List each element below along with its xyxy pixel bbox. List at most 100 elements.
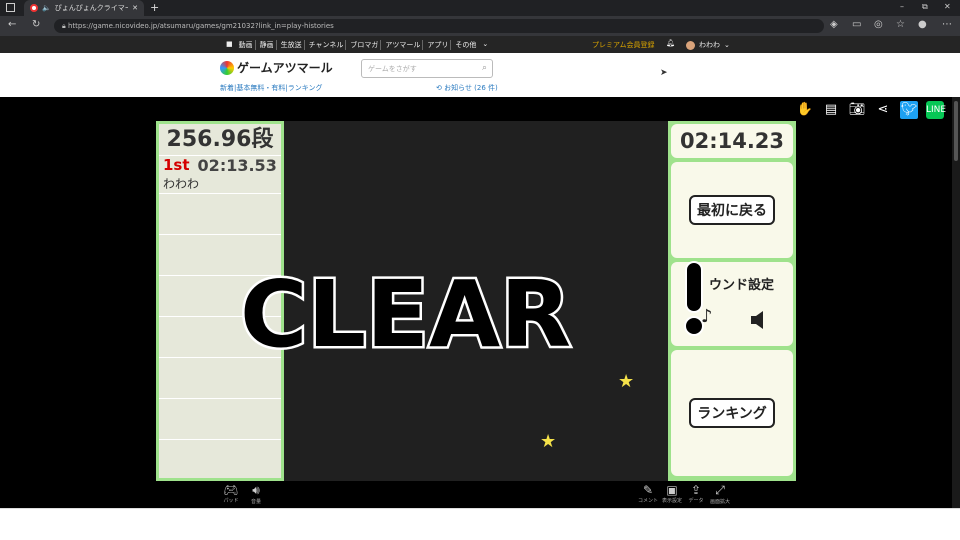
user-menu[interactable]: わわわ ⌄ (686, 40, 730, 50)
player-name: わわわ (159, 174, 281, 194)
page-scrollbar[interactable] (952, 97, 960, 508)
search-icon[interactable]: ⌕ (482, 63, 487, 73)
game-tools: ✋ ▤ 📷︎ ⋖ 🐦︎ LINE (796, 101, 946, 119)
line-icon[interactable]: LINE (926, 101, 946, 119)
playlist-add-icon[interactable]: ▤ (822, 101, 840, 119)
new-tab-button[interactable]: + (150, 1, 159, 14)
rank-label: 1st (163, 156, 190, 174)
ranking-slot (159, 194, 281, 235)
star-icon: ★ (618, 371, 635, 392)
user-name: わわわ (699, 41, 720, 49)
nav-link-douga[interactable]: 動画 (237, 40, 256, 50)
ranking-slot (159, 399, 281, 440)
volume-label: 音量 (250, 499, 261, 505)
display-settings-icon: ▣ (666, 483, 678, 497)
reload-icon[interactable]: ↻ (32, 19, 40, 30)
notice-icon: ⟲ (436, 84, 445, 92)
service-links: ■ 動画 静画 生放送 チャンネル ブロマガ アツマール アプリ その他 ⌄ (224, 40, 490, 50)
page-footer (0, 508, 960, 540)
bell-icon[interactable]: 🔔︎ (666, 39, 675, 47)
score-display: 256.96段 (159, 124, 281, 156)
avatar (686, 40, 695, 50)
minimize-button[interactable]: – (900, 2, 904, 11)
cloud-upload-icon: ⇪ (690, 483, 702, 497)
gamepad-icon: 🎮︎ (223, 483, 239, 497)
chevron-down-icon: ⌄ (724, 41, 730, 49)
sub-nav[interactable]: 新着|基本無料・有料|ランキング (220, 83, 323, 93)
share-icon[interactable]: ⋖ (874, 101, 892, 119)
tab-bar: 🔈 ぴょんぴょんクライマー - ゲームア ✕ + – ⧉ ✕ (0, 0, 960, 16)
premium-link[interactable]: プレミアム会員登録 (592, 40, 655, 50)
rank-time: 02:13.53 (197, 155, 277, 175)
speaker-icon[interactable] (749, 310, 769, 330)
data-label: データ (688, 498, 704, 504)
scrollbar-thumb[interactable] (954, 101, 958, 161)
speaker-icon[interactable]: 🔈 (42, 4, 51, 12)
nav-link-live[interactable]: 生放送 (279, 40, 305, 50)
game-area: ✋ ▤ 📷︎ ⋖ 🐦︎ LINE 256.96段 1st 02:13.53 わわ… (0, 97, 960, 508)
clap-icon[interactable]: ✋ (796, 101, 814, 119)
ranking-card: ランキング (671, 350, 793, 476)
restart-card: 最初に戻る (671, 162, 793, 258)
close-window-button[interactable]: ✕ (944, 2, 951, 11)
nav-link-app[interactable]: アプリ (425, 40, 452, 50)
menu-dots-icon[interactable]: ⋯ (942, 19, 952, 30)
fullscreen-label: 画面拡大 (709, 499, 730, 505)
elapsed-timer: 02:14.23 (671, 124, 793, 158)
mouse-cursor-icon: ➤ (660, 68, 668, 78)
favorites-icon[interactable]: ☆ (896, 19, 905, 30)
browser-essentials-icon[interactable]: ◎ (874, 19, 883, 30)
volume-icon: 🔊︎ (252, 483, 260, 497)
menu-panel: 02:14.23 最初に戻る ウンド設定 ♪ ランキング (668, 121, 796, 481)
rank-row: 1st 02:13.53 (159, 155, 281, 175)
chevron-down-icon[interactable]: ⌄ (480, 40, 490, 50)
search-input[interactable]: ゲームをさがす ⌕ (361, 59, 493, 78)
tab-actions-icon[interactable] (6, 3, 15, 12)
url-field[interactable]: 🔒︎ https://game.nicovideo.jp/atsumaru/ga… (54, 19, 824, 33)
twitter-icon[interactable]: 🐦︎ (900, 101, 918, 119)
clear-banner: CLEAR (237, 259, 573, 371)
display-settings-label: 表示設定 (661, 498, 682, 504)
notice-text: お知らせ (26 件) (444, 84, 498, 92)
restore-button[interactable]: ⧉ (922, 2, 928, 12)
niconico-global-nav: ■ 動画 静画 生放送 チャンネル ブロマガ アツマール アプリ その他 ⌄ プ… (0, 36, 960, 53)
extension-icon[interactable]: ▭ (852, 19, 861, 30)
extension-shield-icon[interactable]: ◈ (830, 19, 838, 30)
data-button[interactable]: ⇪ データ (684, 483, 708, 504)
camera-icon[interactable]: 📷︎ (848, 101, 866, 119)
nav-link-seiga[interactable]: 静画 (258, 40, 277, 50)
site-logo[interactable]: ゲームアツマール (220, 59, 333, 76)
game-canvas[interactable]: 256.96段 1st 02:13.53 わわわ 02:14.23 最初に戻る … (156, 121, 796, 481)
fullscreen-icon: ⤢ (715, 483, 725, 497)
sound-settings-card: ウンド設定 ♪ (671, 261, 793, 346)
url-text: https://game.nicovideo.jp/atsumaru/games… (67, 22, 334, 30)
nav-link-other[interactable]: その他 (453, 40, 478, 50)
bgm-icon[interactable]: ♪ (701, 306, 713, 327)
comment-label: コメント (637, 498, 658, 504)
gamepad-button[interactable]: 🎮︎ パッド (219, 483, 243, 504)
gamepad-label: パッド (223, 498, 239, 504)
nav-link-channel[interactable]: チャンネル (307, 40, 347, 50)
nav-link-blomaga[interactable]: ブロマガ (348, 40, 382, 50)
logo-mark-icon (220, 60, 234, 75)
comment-icon: ✎ (642, 483, 654, 497)
logo-text: ゲームアツマール (237, 61, 333, 75)
back-icon[interactable]: ← (8, 19, 16, 30)
sound-settings-label: ウンド設定 (709, 278, 775, 293)
nav-link-atsumaru[interactable]: アツマール (383, 40, 424, 50)
browser-tab[interactable]: 🔈 ぴょんぴょんクライマー - ゲームア ✕ (24, 0, 144, 16)
volume-button[interactable]: 🔊︎ 音量 (244, 483, 268, 505)
restart-button[interactable]: 最初に戻る (689, 195, 775, 225)
tab-close-icon[interactable]: ✕ (132, 4, 138, 12)
profile-avatar-icon[interactable]: ● (918, 19, 927, 30)
game-controls-bar: 🎮︎ パッド 🔊︎ 音量 ✎ コメント ▣ 表示設定 ⇪ データ ⤢ 画面拡大 (0, 481, 960, 508)
comment-button[interactable]: ✎ コメント (636, 483, 660, 504)
fullscreen-button[interactable]: ⤢ 画面拡大 (708, 483, 732, 505)
address-bar-row: ← ↻ 🔒︎ https://game.nicovideo.jp/atsumar… (0, 16, 960, 36)
notice-link[interactable]: ⟲ お知らせ (26 件) (436, 83, 498, 93)
display-settings-button[interactable]: ▣ 表示設定 (660, 483, 684, 504)
ranking-button[interactable]: ランキング (689, 398, 775, 428)
nico-favicon-icon (30, 4, 38, 12)
tv-icon: ■ (226, 40, 233, 48)
search-placeholder: ゲームをさがす (368, 65, 417, 73)
